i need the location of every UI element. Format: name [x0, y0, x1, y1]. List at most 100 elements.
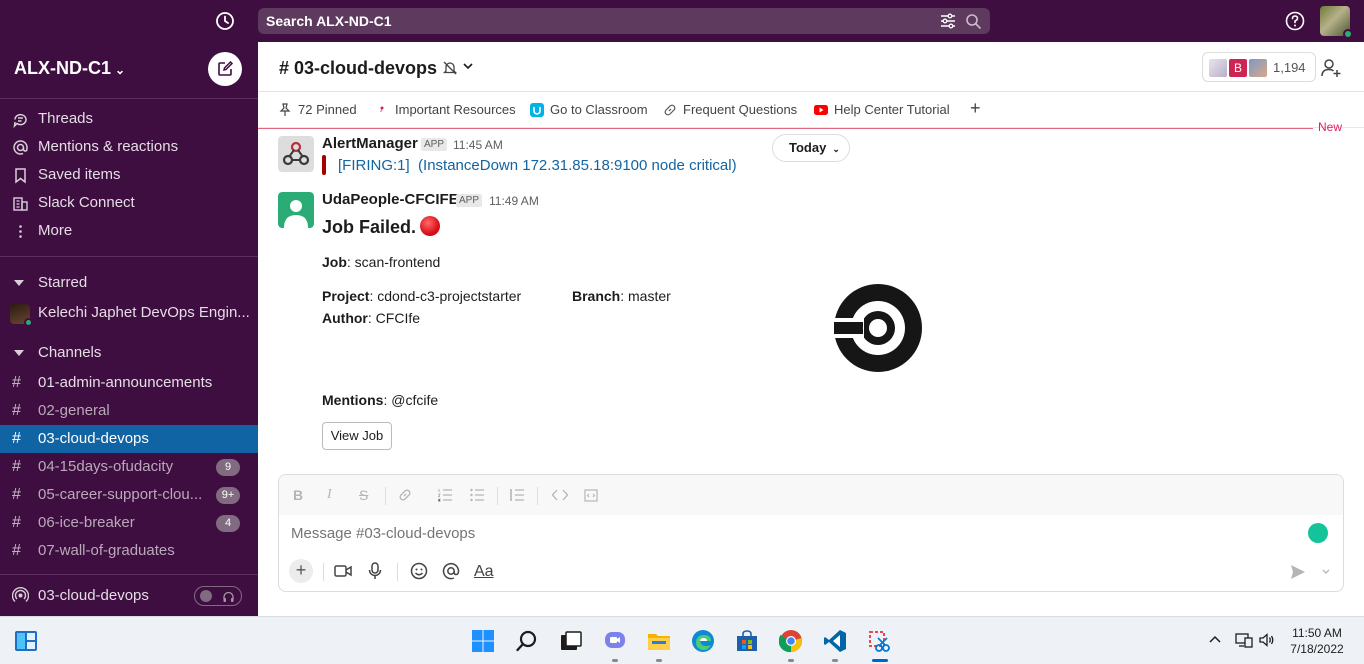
- alert-color-bar: [322, 155, 326, 175]
- sidebar-item-channel-active[interactable]: # 03-cloud-devops: [0, 425, 258, 453]
- snipping-tool-icon[interactable]: [867, 629, 891, 653]
- sidebar-item-dm-kelechi[interactable]: Kelechi Japhet DevOps Engin...: [0, 299, 258, 327]
- ordered-list-icon[interactable]: [437, 487, 453, 503]
- emoji-icon[interactable]: [409, 561, 429, 581]
- channel-name: 01-admin-announcements: [38, 374, 213, 391]
- channel-title[interactable]: # 03-cloud-devops: [279, 58, 437, 79]
- help-icon[interactable]: [1284, 10, 1306, 32]
- bookmark-classroom[interactable]: Go to Classroom: [530, 101, 648, 119]
- bold-icon[interactable]: B: [293, 487, 303, 503]
- text-format-toggle[interactable]: Aa: [474, 563, 494, 581]
- network-icon[interactable]: [1235, 631, 1253, 649]
- chevron-up-icon[interactable]: [1206, 631, 1224, 649]
- field-label: Mentions: [322, 392, 384, 408]
- view-job-button[interactable]: View Job: [322, 422, 392, 450]
- hash-icon: #: [12, 458, 21, 475]
- add-bookmark-button[interactable]: +: [970, 98, 981, 119]
- chevron-down-icon[interactable]: [1321, 567, 1331, 577]
- bookmark-label: Important Resources: [395, 102, 516, 117]
- sidebar-item-channel[interactable]: # 05-career-support-clou... 9+: [0, 481, 258, 509]
- search-icon[interactable]: [964, 12, 982, 30]
- member-list-button[interactable]: B 1,194: [1202, 52, 1316, 82]
- job-field: Job: scan-frontend: [322, 254, 440, 270]
- code-block-icon[interactable]: [583, 487, 599, 503]
- italic-icon[interactable]: I: [327, 487, 332, 503]
- system-clock[interactable]: 11:50 AM 7/18/2022: [1282, 625, 1352, 657]
- webhook-avatar[interactable]: [278, 136, 314, 172]
- sidebar-item-channel[interactable]: # 04-15days-ofudacity 9: [0, 453, 258, 481]
- date-divider-button[interactable]: Today ⌄: [772, 134, 850, 162]
- message-timestamp[interactable]: 11:45 AM: [453, 138, 503, 152]
- chevron-down-icon[interactable]: [462, 60, 474, 72]
- grammarly-icon[interactable]: [1308, 523, 1328, 543]
- bookmark-frequent-questions[interactable]: Frequent Questions: [663, 101, 797, 119]
- sidebar-item-saved[interactable]: Saved items: [0, 161, 258, 189]
- channels-section-header[interactable]: Channels: [0, 339, 258, 367]
- toolbar-separator: [537, 487, 538, 505]
- add-person-icon[interactable]: [1320, 57, 1342, 79]
- alert-link[interactable]: [FIRING:1] (InstanceDown 172.31.85.18:91…: [338, 157, 737, 174]
- bulleted-list-icon[interactable]: [469, 487, 485, 503]
- bookmark-important-resources[interactable]: Important Resources: [375, 101, 516, 119]
- search-icon[interactable]: [515, 629, 539, 653]
- sidebar-item-label: Saved items: [38, 166, 121, 183]
- user-avatar[interactable]: [1320, 6, 1353, 39]
- message-input[interactable]: [291, 525, 1291, 542]
- sidebar-item-channel[interactable]: # 07-wall-of-graduates: [0, 537, 258, 565]
- store-icon[interactable]: [735, 629, 759, 653]
- send-icon[interactable]: [1289, 563, 1307, 581]
- huddle-bar: 03-cloud-devops: [0, 574, 258, 616]
- bookmark-pinned[interactable]: 72 Pinned: [278, 101, 357, 119]
- windows-start-icon[interactable]: [471, 629, 495, 653]
- section-label: Starred: [38, 274, 88, 291]
- video-icon[interactable]: [333, 561, 353, 581]
- running-indicator: [872, 659, 888, 662]
- starred-section-header[interactable]: Starred: [0, 269, 258, 297]
- workspace-name[interactable]: ALX-ND-C1 ⌄: [14, 58, 125, 79]
- link-icon[interactable]: [397, 487, 413, 503]
- speaker-icon[interactable]: [1258, 631, 1276, 649]
- edge-icon[interactable]: [691, 629, 715, 653]
- bookmark-label: Go to Classroom: [550, 102, 648, 117]
- sidebar-item-threads[interactable]: Threads: [0, 105, 258, 133]
- history-icon[interactable]: [214, 10, 236, 32]
- chrome-icon[interactable]: [779, 629, 803, 653]
- youtube-icon: [814, 105, 828, 115]
- hash-icon: #: [12, 374, 21, 391]
- microphone-icon[interactable]: [365, 561, 385, 581]
- teams-chat-icon[interactable]: [603, 629, 627, 653]
- new-messages-label: New: [1318, 120, 1343, 134]
- search-bar[interactable]: Search ALX-ND-C1: [258, 8, 990, 34]
- huddle-toggle[interactable]: [194, 586, 242, 606]
- sidebar-item-slack-connect[interactable]: Slack Connect: [0, 189, 258, 217]
- sidebar-item-channel[interactable]: # 01-admin-announcements: [0, 369, 258, 397]
- channel-title-text: 03-cloud-devops: [294, 58, 438, 78]
- sidebar-divider: [0, 98, 258, 99]
- project-field: Project: cdond-c3-projectstarter: [322, 288, 521, 304]
- file-explorer-icon[interactable]: [647, 629, 671, 653]
- blockquote-icon[interactable]: [509, 487, 525, 503]
- compose-button[interactable]: [208, 52, 242, 86]
- sidebar-item-channel[interactable]: # 06-ice-breaker 4: [0, 509, 258, 537]
- message-sender[interactable]: AlertManager: [322, 135, 418, 152]
- message-timestamp[interactable]: 11:49 AM: [489, 194, 539, 208]
- vscode-icon[interactable]: [823, 629, 847, 653]
- sidebar-item-more[interactable]: More: [0, 217, 258, 245]
- channel-name: 07-wall-of-graduates: [38, 542, 175, 559]
- code-icon[interactable]: [551, 487, 569, 503]
- widgets-icon[interactable]: [14, 629, 38, 653]
- channel-name: 03-cloud-devops: [38, 430, 149, 447]
- running-indicator: [788, 659, 794, 662]
- bookmark-help-center[interactable]: Help Center Tutorial: [814, 101, 950, 119]
- task-view-icon[interactable]: [559, 629, 583, 653]
- filter-icon[interactable]: [940, 13, 956, 29]
- presence-indicator: [1343, 29, 1353, 39]
- mention-icon[interactable]: [441, 561, 461, 581]
- sidebar-item-channel[interactable]: # 02-general: [0, 397, 258, 425]
- channel-name: 05-career-support-clou...: [38, 486, 203, 503]
- attach-button[interactable]: +: [289, 559, 313, 583]
- strikethrough-icon[interactable]: S: [359, 487, 368, 503]
- message-sender[interactable]: UdaPeople-CFCIFE: [322, 191, 459, 208]
- app-avatar[interactable]: [278, 192, 314, 228]
- sidebar-item-mentions[interactable]: Mentions & reactions: [0, 133, 258, 161]
